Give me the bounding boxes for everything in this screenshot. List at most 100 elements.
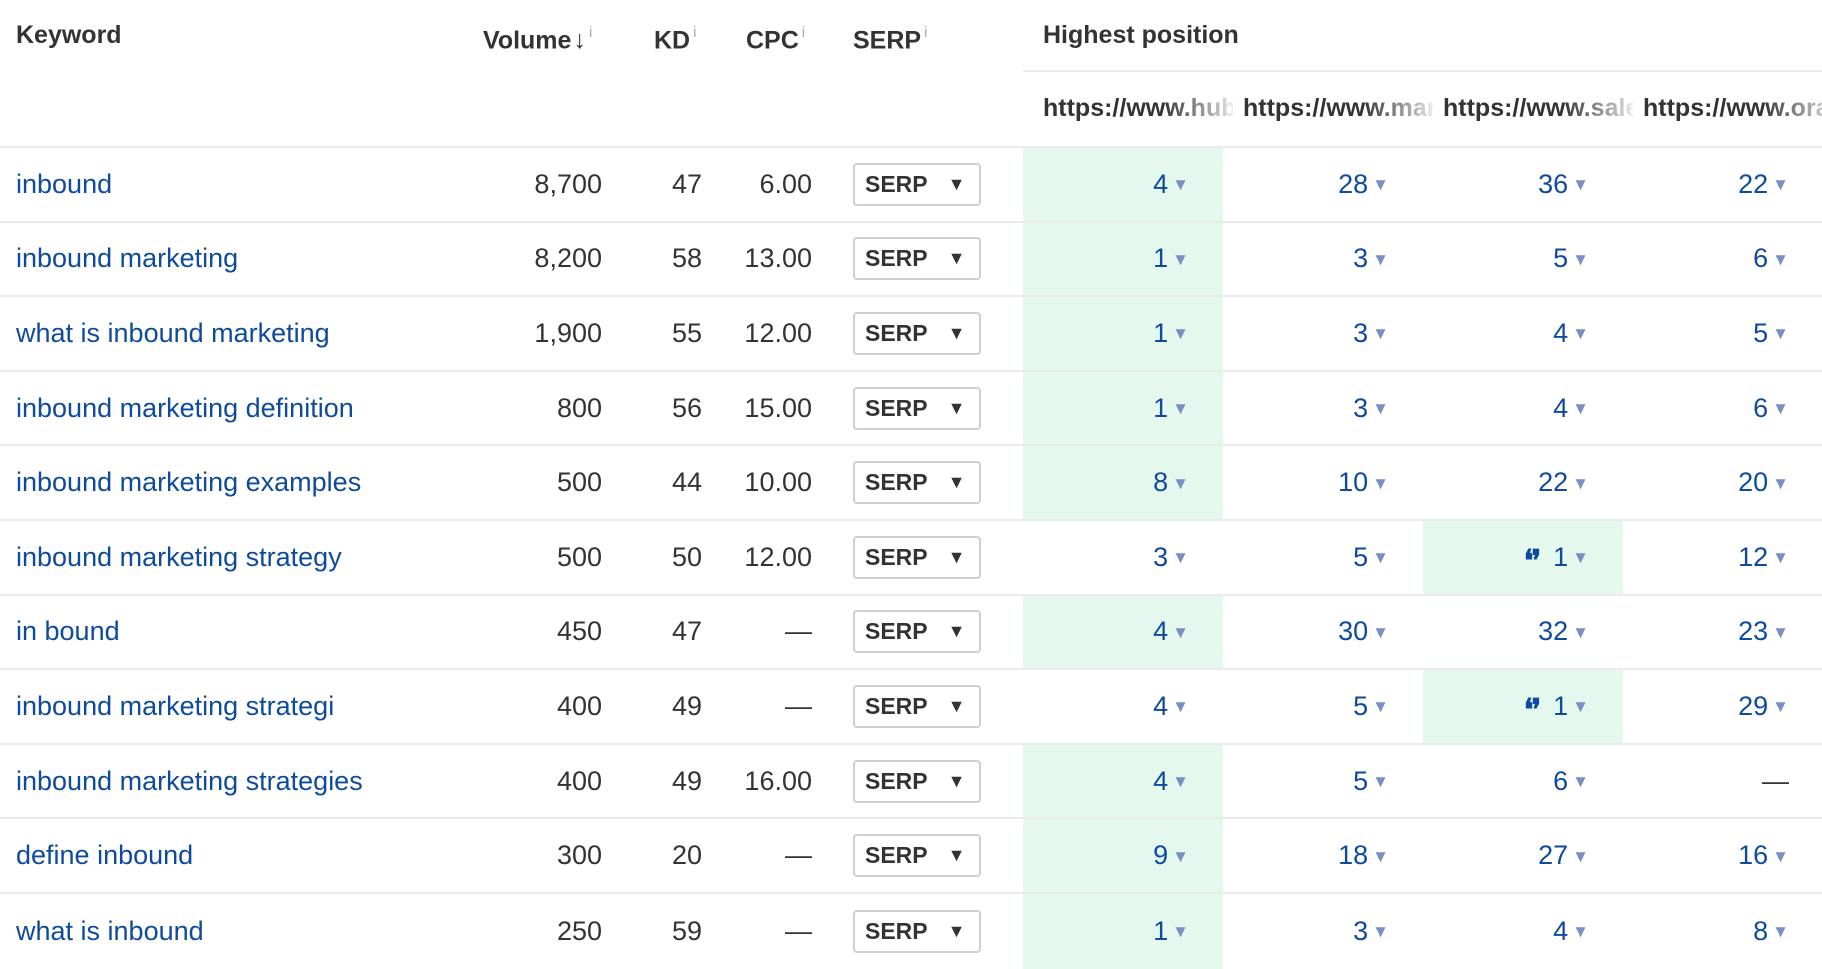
caret-down-icon[interactable]: ▼ [1372,623,1389,643]
position-cell[interactable]: 8 ▼ [1623,894,1822,969]
keyword-link[interactable]: inbound marketing [16,223,238,296]
position-cell[interactable]: 18 ▼ [1223,819,1423,892]
position-cell[interactable]: 1 ▼ [1023,893,1223,969]
keyword-link[interactable]: in bound [16,596,120,669]
position-cell[interactable]: 3 ▼ [1223,223,1423,296]
position-cell[interactable]: 1 ▼ [1023,297,1223,370]
position-cell[interactable]: 1 ▼ [1023,371,1223,445]
position-cell[interactable]: 5 ▼ [1223,745,1423,818]
position-cell[interactable]: 22 ▼ [1423,446,1623,519]
position-cell[interactable]: 4 ▼ [1023,148,1223,221]
caret-down-icon[interactable]: ▼ [1172,697,1189,717]
caret-down-icon[interactable]: ▼ [1572,474,1589,494]
caret-down-icon[interactable]: ▼ [1172,474,1189,494]
column-header-volume[interactable]: Volume↓ i [483,20,592,55]
caret-down-icon[interactable]: ▼ [1372,548,1389,568]
position-cell[interactable]: 10 ▼ [1223,446,1423,519]
position-cell[interactable]: 3 ▼ [1223,372,1423,445]
serp-dropdown-button[interactable]: SERP ▼ [853,386,981,430]
info-icon[interactable]: i [802,24,805,41]
keyword-link[interactable]: what is inbound [16,894,204,969]
url-column-header[interactable]: https://www.hubspot.com [1043,93,1233,123]
caret-down-icon[interactable]: ▼ [1372,175,1389,195]
serp-dropdown-button[interactable]: SERP ▼ [853,759,981,803]
caret-down-icon[interactable]: ▼ [1772,623,1789,643]
caret-down-icon[interactable]: ▼ [1172,847,1189,867]
position-cell[interactable]: 5 ▼ [1223,521,1423,594]
column-header-keyword[interactable]: Keyword [16,20,122,50]
position-cell[interactable]: 3 ▼ [1223,894,1423,969]
position-cell[interactable]: 4 ▼ [1423,894,1623,969]
position-cell[interactable]: 4 ▼ [1423,297,1623,370]
caret-down-icon[interactable]: ▼ [1572,175,1589,195]
position-cell[interactable]: 23 ▼ [1623,596,1822,669]
keyword-link[interactable]: inbound marketing strategies [16,745,363,818]
caret-down-icon[interactable]: ▼ [1772,250,1789,270]
serp-dropdown-button[interactable]: SERP ▼ [853,535,981,579]
caret-down-icon[interactable]: ▼ [1172,922,1189,942]
caret-down-icon[interactable]: ▼ [1372,324,1389,344]
position-cell[interactable]: 9 ▼ [1023,819,1223,892]
position-cell[interactable]: 1 ▼ [1023,222,1223,296]
caret-down-icon[interactable]: ▼ [1572,399,1589,419]
keyword-link[interactable]: inbound marketing strategy [16,521,342,594]
column-header-cpc[interactable]: CPC i [746,20,805,55]
caret-down-icon[interactable]: ▼ [1172,399,1189,419]
column-header-serp[interactable]: SERP i [853,20,927,55]
position-cell[interactable]: 6 ▼ [1623,223,1822,296]
position-cell[interactable]: 4 ▼ [1023,670,1223,743]
keyword-link[interactable]: inbound marketing strategi [16,670,334,743]
position-cell[interactable]: 6 ▼ [1423,745,1623,818]
position-cell[interactable]: 3 ▼ [1023,521,1223,594]
caret-down-icon[interactable]: ▼ [1172,324,1189,344]
position-cell[interactable]: 3 ▼ [1223,297,1423,370]
caret-down-icon[interactable]: ▼ [1772,922,1789,942]
position-cell[interactable]: 5 ▼ [1423,223,1623,296]
caret-down-icon[interactable]: ▼ [1572,847,1589,867]
info-icon[interactable]: i [924,24,927,41]
position-cell[interactable]: 27 ▼ [1423,819,1623,892]
serp-dropdown-button[interactable]: SERP ▼ [853,684,981,728]
keyword-link[interactable]: define inbound [16,819,193,892]
position-cell[interactable]: 36 ▼ [1423,148,1623,221]
caret-down-icon[interactable]: ▼ [1372,922,1389,942]
caret-down-icon[interactable]: ▼ [1772,548,1789,568]
caret-down-icon[interactable]: ▼ [1572,548,1589,568]
position-cell[interactable]: 16 ▼ [1623,819,1822,892]
position-cell[interactable]: 4 ▼ [1423,372,1623,445]
position-cell[interactable]: ❛❜ 1 ▼ [1423,670,1623,743]
caret-down-icon[interactable]: ▼ [1772,697,1789,717]
serp-dropdown-button[interactable]: SERP ▼ [853,237,981,281]
info-icon[interactable]: i [589,24,592,41]
serp-dropdown-button[interactable]: SERP ▼ [853,311,981,355]
caret-down-icon[interactable]: ▼ [1572,697,1589,717]
caret-down-icon[interactable]: ▼ [1772,324,1789,344]
url-column-header[interactable]: https://www.salesforce.com [1443,93,1633,123]
url-column-header[interactable]: https://www.oracle.com [1643,93,1822,123]
position-cell[interactable]: 4 ▼ [1023,595,1223,669]
caret-down-icon[interactable]: ▼ [1772,847,1789,867]
caret-down-icon[interactable]: ▼ [1172,623,1189,643]
caret-down-icon[interactable]: ▼ [1372,399,1389,419]
caret-down-icon[interactable]: ▼ [1572,250,1589,270]
keyword-link[interactable]: inbound marketing examples [16,446,361,519]
position-cell[interactable]: 8 ▼ [1023,446,1223,519]
caret-down-icon[interactable]: ▼ [1372,772,1389,792]
position-cell[interactable]: 32 ▼ [1423,596,1623,669]
keyword-link[interactable]: what is inbound marketing [16,297,330,370]
url-column-header[interactable]: https://www.marketo.com [1243,93,1433,123]
caret-down-icon[interactable]: ▼ [1572,324,1589,344]
caret-down-icon[interactable]: ▼ [1572,772,1589,792]
serp-dropdown-button[interactable]: SERP ▼ [853,461,981,505]
position-cell[interactable]: 30 ▼ [1223,596,1423,669]
serp-dropdown-button[interactable]: SERP ▼ [853,610,981,654]
position-cell[interactable]: 29 ▼ [1623,670,1822,743]
caret-down-icon[interactable]: ▼ [1572,922,1589,942]
serp-dropdown-button[interactable]: SERP ▼ [853,162,981,206]
caret-down-icon[interactable]: ▼ [1772,474,1789,494]
caret-down-icon[interactable]: ▼ [1172,772,1189,792]
caret-down-icon[interactable]: ▼ [1372,474,1389,494]
position-cell[interactable]: 28 ▼ [1223,148,1423,221]
caret-down-icon[interactable]: ▼ [1372,250,1389,270]
caret-down-icon[interactable]: ▼ [1772,175,1789,195]
